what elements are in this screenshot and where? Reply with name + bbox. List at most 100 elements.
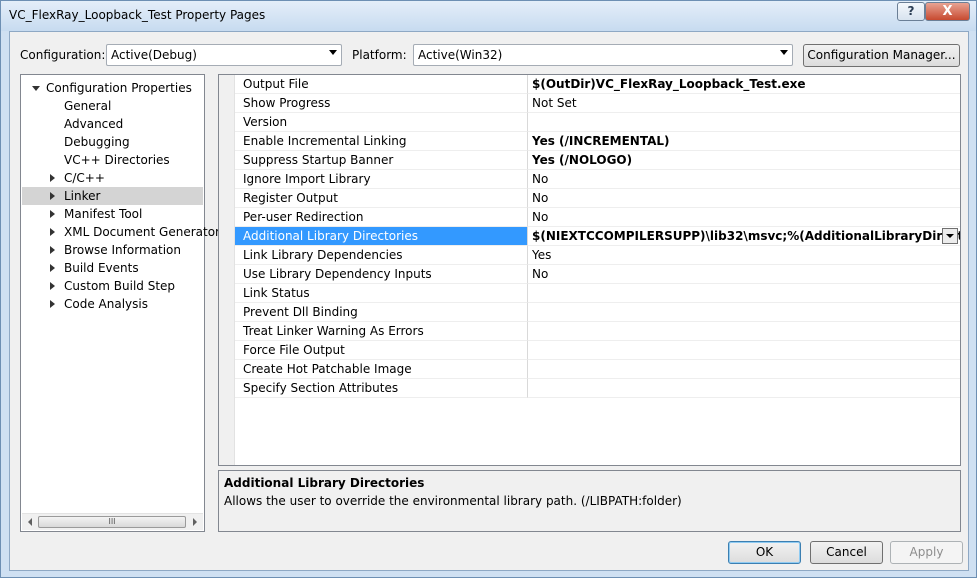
property-row[interactable]: Link Library Dependencies Yes bbox=[219, 246, 960, 265]
property-name: Create Hot Patchable Image bbox=[235, 360, 528, 379]
tree-item[interactable]: Advanced bbox=[22, 115, 203, 133]
property-name: Show Progress bbox=[235, 94, 528, 113]
property-value[interactable]: No bbox=[528, 189, 960, 208]
collapsed-triangle-icon[interactable] bbox=[50, 228, 55, 236]
property-row[interactable]: Suppress Startup Banner Yes (/NOLOGO) bbox=[219, 151, 960, 170]
property-name: Use Library Dependency Inputs bbox=[235, 265, 528, 284]
title-bar[interactable]: VC_FlexRay_Loopback_Test Property Pages … bbox=[1, 1, 976, 31]
tree-item[interactable]: Build Events bbox=[22, 259, 203, 277]
property-value-text: No bbox=[532, 191, 549, 205]
property-value[interactable] bbox=[528, 303, 960, 322]
property-value-text: Yes (/INCREMENTAL) bbox=[532, 134, 670, 148]
tree-item[interactable]: Linker bbox=[22, 187, 203, 205]
configuration-manager-button[interactable]: Configuration Manager... bbox=[803, 44, 960, 67]
property-value[interactable] bbox=[528, 379, 960, 398]
cancel-button[interactable]: Cancel bbox=[810, 541, 883, 564]
property-value[interactable]: $(NIEXTCCOMPILERSUPP)\lib32\msvc;%(Addit… bbox=[528, 227, 960, 246]
expanded-triangle-icon[interactable] bbox=[32, 86, 40, 91]
tree-horizontal-scrollbar[interactable]: III bbox=[22, 513, 203, 530]
tree-item-label: Browse Information bbox=[64, 243, 181, 257]
property-pages-window: VC_FlexRay_Loopback_Test Property Pages … bbox=[0, 0, 977, 578]
tree-item[interactable]: VC++ Directories bbox=[22, 151, 203, 169]
property-row[interactable]: Use Library Dependency Inputs No bbox=[219, 265, 960, 284]
property-value[interactable]: Yes (/INCREMENTAL) bbox=[528, 132, 960, 151]
property-value[interactable]: $(OutDir)VC_FlexRay_Loopback_Test.exe bbox=[528, 75, 960, 94]
property-value-text: No bbox=[532, 267, 549, 281]
property-value[interactable] bbox=[528, 360, 960, 379]
property-value[interactable] bbox=[528, 341, 960, 360]
property-value[interactable]: No bbox=[528, 265, 960, 284]
scroll-thumb[interactable]: III bbox=[38, 516, 186, 528]
property-row[interactable]: Treat Linker Warning As Errors bbox=[219, 322, 960, 341]
property-row[interactable]: Specify Section Attributes bbox=[219, 379, 960, 398]
tree-item[interactable]: General bbox=[22, 97, 203, 115]
property-row[interactable]: Ignore Import Library No bbox=[219, 170, 960, 189]
property-value-text: No bbox=[532, 172, 549, 186]
tree-item-label: General bbox=[64, 99, 112, 113]
description-panel: Additional Library Directories Allows th… bbox=[218, 470, 961, 532]
tree-item[interactable]: C/C++ bbox=[22, 169, 203, 187]
tree-item[interactable]: Configuration Properties bbox=[22, 79, 203, 97]
collapsed-triangle-icon[interactable] bbox=[50, 210, 55, 218]
property-row[interactable]: Additional Library Directories $(NIEXTCCO… bbox=[219, 227, 960, 246]
property-row[interactable]: Enable Incremental Linking Yes (/INCREMEN… bbox=[219, 132, 960, 151]
property-value[interactable]: Yes bbox=[528, 246, 960, 265]
scroll-left-icon[interactable] bbox=[28, 518, 32, 526]
property-name: Link Status bbox=[235, 284, 528, 303]
property-value[interactable] bbox=[528, 113, 960, 132]
collapsed-triangle-icon[interactable] bbox=[50, 300, 55, 308]
tree-item[interactable]: Debugging bbox=[22, 133, 203, 151]
property-value-text: $(NIEXTCCOMPILERSUPP)\lib32\msvc;%(Addit… bbox=[532, 229, 960, 243]
tree-item[interactable]: Manifest Tool bbox=[22, 205, 203, 223]
configuration-dropdown[interactable]: Active(Debug) bbox=[106, 44, 342, 66]
property-tree[interactable]: Configuration Properties General Advanced D… bbox=[20, 74, 220, 532]
property-value[interactable] bbox=[528, 322, 960, 341]
tree-item[interactable]: Custom Build Step bbox=[22, 277, 203, 295]
property-row[interactable]: Force File Output bbox=[219, 341, 960, 360]
collapsed-triangle-icon[interactable] bbox=[50, 192, 55, 200]
tree-item-label: Advanced bbox=[64, 117, 124, 131]
collapsed-triangle-icon[interactable] bbox=[50, 174, 55, 182]
property-value[interactable]: No bbox=[528, 208, 960, 227]
tree-item[interactable]: XML Document Generator bbox=[22, 223, 220, 241]
collapsed-triangle-icon[interactable] bbox=[50, 246, 55, 254]
property-value-text: Yes bbox=[532, 248, 552, 262]
apply-button[interactable]: Apply bbox=[890, 541, 963, 564]
property-row[interactable]: Register Output No bbox=[219, 189, 960, 208]
configuration-value: Active(Debug) bbox=[111, 48, 197, 62]
tree-item-label: Code Analysis bbox=[64, 297, 148, 311]
ok-button[interactable]: OK bbox=[728, 541, 801, 564]
property-value[interactable]: No bbox=[528, 170, 960, 189]
property-value[interactable]: Not Set bbox=[528, 94, 960, 113]
platform-label: Platform: bbox=[352, 48, 407, 62]
property-name: Link Library Dependencies bbox=[235, 246, 528, 265]
property-row[interactable]: Version bbox=[219, 113, 960, 132]
property-row[interactable]: Link Status bbox=[219, 284, 960, 303]
close-button[interactable]: X bbox=[925, 2, 970, 21]
tree-item-label: XML Document Generator bbox=[64, 225, 220, 239]
property-name: Ignore Import Library bbox=[235, 170, 528, 189]
tree-item[interactable]: Code Analysis bbox=[22, 295, 203, 313]
property-grid[interactable]: Output File $(OutDir)VC_FlexRay_Loopback_… bbox=[218, 74, 961, 466]
property-row[interactable]: Create Hot Patchable Image bbox=[219, 360, 960, 379]
property-row[interactable]: Show Progress Not Set bbox=[219, 94, 960, 113]
collapsed-triangle-icon[interactable] bbox=[50, 282, 55, 290]
platform-dropdown[interactable]: Active(Win32) bbox=[413, 44, 793, 66]
help-button[interactable]: ? bbox=[897, 2, 925, 21]
property-value[interactable]: Yes (/NOLOGO) bbox=[528, 151, 960, 170]
tree-item-label: Linker bbox=[64, 189, 101, 203]
collapsed-triangle-icon[interactable] bbox=[50, 264, 55, 272]
property-name: Output File bbox=[235, 75, 528, 94]
property-row[interactable]: Prevent Dll Binding bbox=[219, 303, 960, 322]
scroll-right-icon[interactable] bbox=[193, 518, 197, 526]
property-row[interactable]: Output File $(OutDir)VC_FlexRay_Loopback_… bbox=[219, 75, 960, 94]
property-value-text: $(OutDir)VC_FlexRay_Loopback_Test.exe bbox=[532, 77, 806, 91]
property-row[interactable]: Per-user Redirection No bbox=[219, 208, 960, 227]
property-name: Suppress Startup Banner bbox=[235, 151, 528, 170]
tree-item-label: Build Events bbox=[64, 261, 139, 275]
chevron-down-icon bbox=[329, 50, 337, 55]
value-dropdown-button[interactable] bbox=[942, 228, 958, 244]
tree-item[interactable]: Browse Information bbox=[22, 241, 203, 259]
property-value[interactable] bbox=[528, 284, 960, 303]
property-value-text: Yes (/NOLOGO) bbox=[532, 153, 633, 167]
